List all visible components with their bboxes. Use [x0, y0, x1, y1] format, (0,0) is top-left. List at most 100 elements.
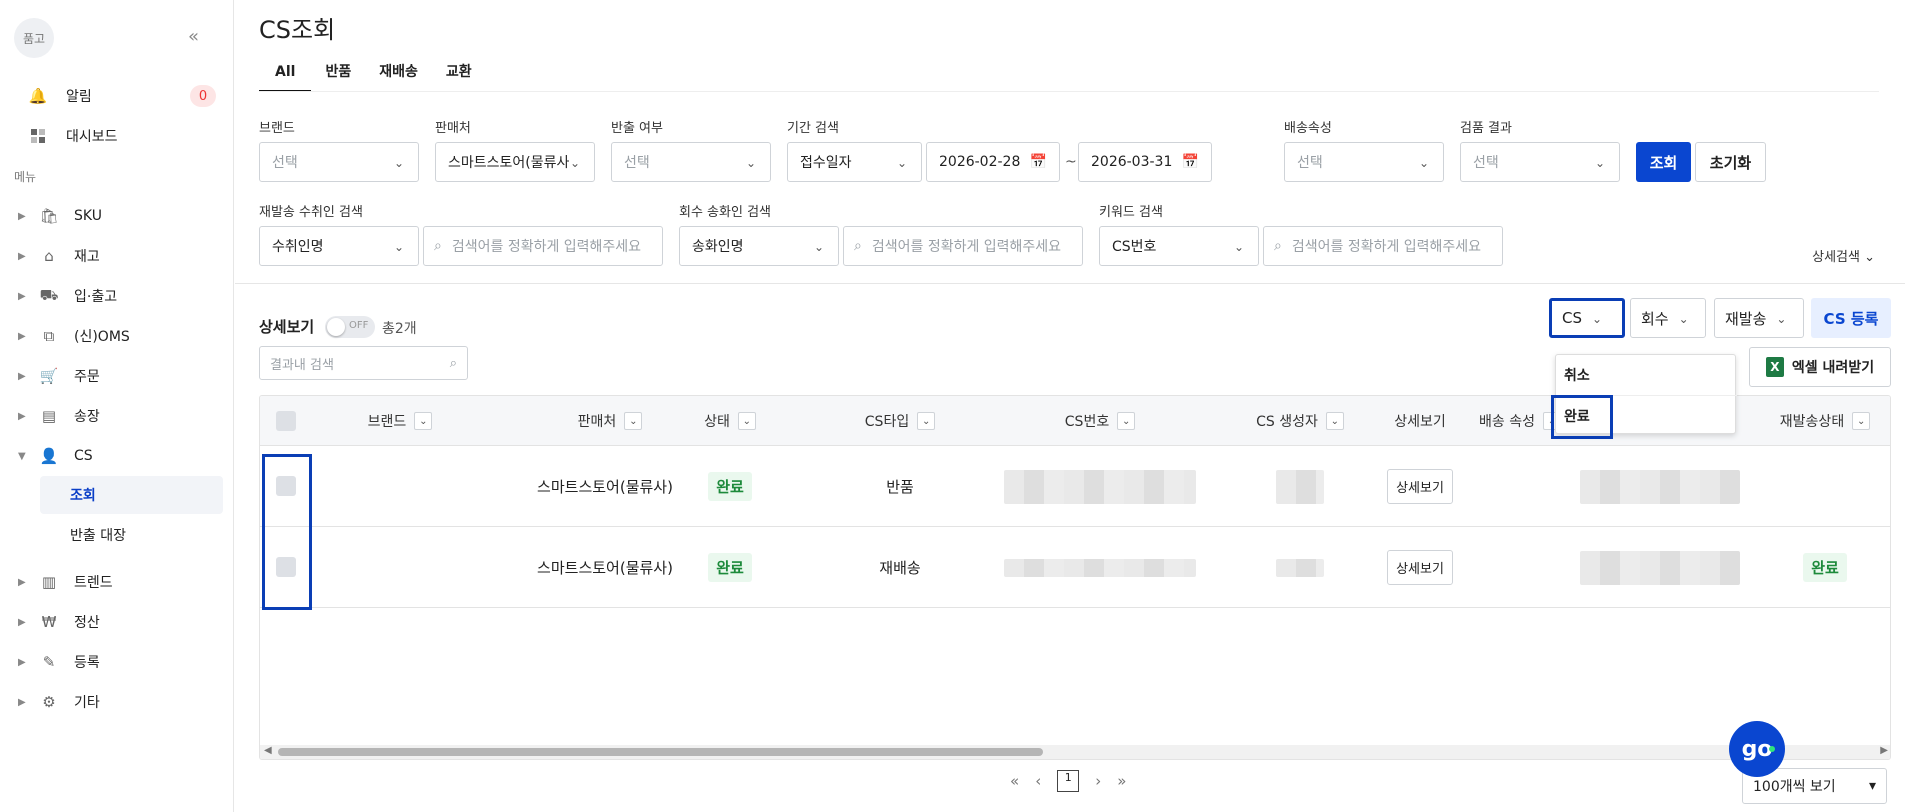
- resend-search-input[interactable]: ⌕ 검색어를 정확하게 입력해주세요: [423, 226, 663, 266]
- sidebar-item-alerts[interactable]: 🔔 알림: [28, 81, 92, 111]
- first-page-icon[interactable]: «: [1010, 772, 1019, 790]
- sidebar-subitem-return-ledger[interactable]: 반출 대장: [40, 516, 223, 554]
- column-filter-icon[interactable]: ⌄: [624, 412, 643, 430]
- select-all-checkbox[interactable]: [276, 411, 296, 431]
- tab-all[interactable]: All: [259, 60, 312, 92]
- page-number[interactable]: 1: [1057, 770, 1080, 792]
- seller-select[interactable]: 스마트스토어(물류사 ⌄: [435, 142, 595, 182]
- prev-page-icon[interactable]: ‹: [1035, 772, 1041, 790]
- sidebar-subitem-inquiry[interactable]: 조회: [40, 476, 223, 514]
- detail-view-button[interactable]: 상세보기: [1387, 469, 1453, 504]
- go-chat-button[interactable]: go: [1729, 721, 1785, 777]
- last-page-icon[interactable]: »: [1117, 772, 1126, 790]
- excel-icon: X: [1765, 357, 1784, 377]
- sidebar-item-sku[interactable]: ▶ 🛍 SKU: [18, 200, 218, 232]
- horizontal-scrollbar[interactable]: ◀ ▶: [260, 745, 1890, 759]
- sidebar-item-oms[interactable]: ▶ ⧉ (신)OMS: [18, 320, 218, 352]
- total-count: 총2개: [382, 321, 417, 337]
- toggle-state: OFF: [349, 320, 369, 331]
- resend-status-badge: 완료: [1803, 553, 1847, 582]
- date-from-input[interactable]: 2026-02-28 📅: [926, 142, 1060, 182]
- next-page-icon[interactable]: ›: [1095, 772, 1101, 790]
- chevron-down-icon: ⌄: [897, 156, 908, 170]
- search-button[interactable]: 조회: [1636, 142, 1691, 182]
- chevron-down-icon: ⌄: [1678, 312, 1689, 326]
- cs-creator-redacted: [1276, 469, 1324, 504]
- chevron-right-icon: ▶: [18, 576, 26, 588]
- detail-view-toggle[interactable]: OFF: [325, 316, 375, 338]
- chevron-right-icon: ▶: [18, 656, 26, 668]
- ship-attr-select[interactable]: 선택 ⌄: [1284, 142, 1444, 182]
- sidebar-item-order[interactable]: ▶ 🛒 주문: [18, 360, 218, 392]
- status-badge: 완료: [708, 553, 752, 582]
- chevron-down-icon: ⌄: [1419, 156, 1430, 170]
- advanced-search-toggle[interactable]: 상세검색 ⌄: [1812, 246, 1875, 265]
- resend-type-select[interactable]: 수취인명 ⌄: [259, 226, 419, 266]
- chevron-right-icon: ▶: [18, 210, 26, 222]
- warehouse-icon: ⌂: [44, 247, 54, 265]
- collapse-sidebar-icon[interactable]: «: [188, 26, 199, 47]
- column-filter-icon[interactable]: ⌄: [1117, 412, 1136, 430]
- detail-view-button[interactable]: 상세보기: [1387, 550, 1453, 585]
- chart-icon: ▥: [41, 573, 57, 591]
- reset-button[interactable]: 초기화: [1695, 142, 1766, 182]
- highlight-row-checkboxes: [262, 454, 312, 610]
- keyword-type-select[interactable]: CS번호 ⌄: [1099, 226, 1259, 266]
- chevron-right-icon: ▶: [18, 250, 26, 262]
- sidebar-item-cs[interactable]: ▼ 👤 CS: [18, 440, 218, 472]
- cs-creator-redacted: [1276, 558, 1324, 577]
- column-filter-icon[interactable]: ⌄: [1852, 412, 1871, 430]
- column-filter-icon[interactable]: ⌄: [414, 412, 433, 430]
- period-type-select[interactable]: 접수일자 ⌄: [787, 142, 922, 182]
- online-dot: [1769, 746, 1775, 752]
- tab-reship[interactable]: 재배송: [365, 60, 432, 92]
- bell-icon: 🔔: [28, 87, 48, 105]
- column-filter-icon[interactable]: ⌄: [917, 412, 936, 430]
- tab-return[interactable]: 반품: [311, 60, 365, 92]
- search-icon: ⌕: [1274, 238, 1282, 254]
- dropdown-option-cancel[interactable]: 취소: [1556, 355, 1737, 395]
- keyword-label: 키워드 검색: [1099, 205, 1163, 220]
- sidebar-item-label: 정산: [74, 615, 100, 631]
- scroll-right-icon[interactable]: ▶: [1880, 745, 1888, 756]
- pickup-search-input[interactable]: ⌕ 검색어를 정확하게 입력해주세요: [843, 226, 1083, 266]
- brand-label: 브랜드: [259, 121, 295, 136]
- chevron-right-icon: ▶: [18, 330, 26, 342]
- avatar[interactable]: 품고: [14, 18, 54, 58]
- sidebar-item-inout[interactable]: ▶ ⛟ 입·출고: [18, 280, 218, 312]
- keyword-search-input[interactable]: ⌕ 검색어를 정확하게 입력해주세요: [1263, 226, 1503, 266]
- tab-exchange[interactable]: 교환: [432, 60, 486, 92]
- sidebar-item-label: 재고: [74, 249, 100, 265]
- pickup-type-select[interactable]: 송화인명 ⌄: [679, 226, 839, 266]
- resend-status-cell: [1760, 446, 1890, 527]
- excel-download-button[interactable]: X 엑셀 내려받기: [1749, 347, 1891, 387]
- column-header-resend-status: 재발송상태 ⌄: [1760, 396, 1890, 446]
- resend-label: 재발송 수취인 검색: [259, 205, 363, 220]
- sidebar-item-stock[interactable]: ▶ ⌂ 재고: [18, 240, 218, 272]
- column-filter-icon[interactable]: ⌄: [1325, 412, 1344, 430]
- inspect-select[interactable]: 선택 ⌄: [1460, 142, 1620, 182]
- pickup-status-filter[interactable]: 회수 ⌄: [1630, 298, 1706, 338]
- scroll-left-icon[interactable]: ◀: [264, 745, 272, 756]
- cs-status-filter[interactable]: CS ⌄: [1549, 298, 1625, 338]
- column-filter-icon[interactable]: ⌄: [737, 412, 756, 430]
- sidebar-item-etc[interactable]: ▶ ⚙ 기타: [18, 686, 218, 718]
- inspect-label: 검품 결과: [1460, 121, 1512, 136]
- sidebar-item-register[interactable]: ▶ ✎ 등록: [18, 646, 218, 678]
- sidebar-item-invoice[interactable]: ▶ ▤ 송장: [18, 400, 218, 432]
- cs-table: 브랜드 ⌄ 판매처 ⌄ 상태 ⌄ CS타입 ⌄ CS번호 ⌄ CS 생성자 ⌄ 상세보기 배…: [259, 395, 1891, 760]
- ship-attr-label: 배송속성: [1284, 121, 1332, 136]
- sidebar-item-settlement[interactable]: ▶ ₩ 정산: [18, 606, 218, 638]
- sidebar-item-dashboard[interactable]: 대시보드: [28, 121, 118, 151]
- tab-divider: [259, 91, 1879, 92]
- cs-register-button[interactable]: CS 등록: [1811, 298, 1891, 338]
- result-search-input[interactable]: 결과내 검색 ⌕: [259, 346, 468, 380]
- sidebar-item-trend[interactable]: ▶ ▥ 트렌드: [18, 566, 218, 598]
- highlight-complete-option: [1551, 395, 1613, 439]
- resend-status-filter[interactable]: 재발송 ⌄: [1714, 298, 1804, 338]
- scrollbar-thumb[interactable]: [278, 748, 1043, 756]
- return-select[interactable]: 선택 ⌄: [611, 142, 771, 182]
- brand-select[interactable]: 선택 ⌄: [259, 142, 419, 182]
- period-label: 기간 검색: [787, 121, 839, 136]
- date-to-input[interactable]: 2026-03-31 📅: [1078, 142, 1212, 182]
